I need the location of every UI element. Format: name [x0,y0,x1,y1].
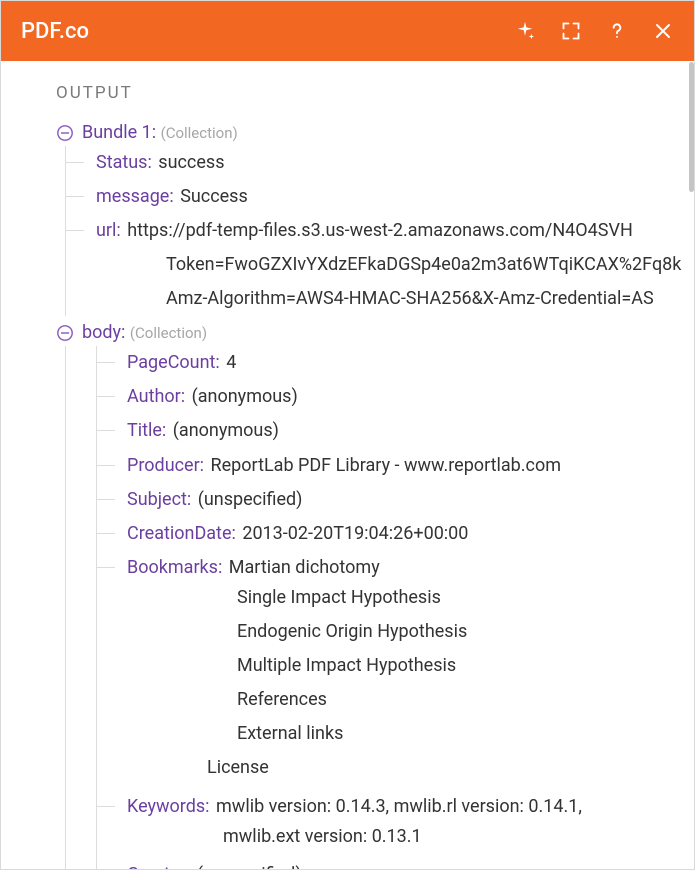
val-url-2: Token=FwoGZXIvYXdzEFkaDGSp4e0a2m3at6WTqi… [96,248,694,282]
collapse-toggle-body[interactable] [56,324,74,342]
val-bookmark-0: Martian dichotomy [229,557,380,578]
row-status: Status: success [96,146,694,180]
val-author: (anonymous) [192,386,298,407]
expand-icon[interactable] [560,20,582,42]
val-keywords-1: mwlib version: 0.14.3, mwlib.rl version:… [216,796,582,817]
val-pagecount: 4 [226,352,236,373]
val-bookmark-3: Multiple Impact Hypothesis [127,649,694,683]
key-message: message: [96,186,174,207]
val-bookmark-5: External links [127,717,694,751]
key-status: Status: [96,152,152,173]
titlebar-actions [514,20,674,42]
key-subject: Subject: [127,489,191,510]
val-bookmark-2: Endogenic Origin Hypothesis [127,615,694,649]
bundle-node: Bundle 1: (Collection) Status: success m… [56,120,694,317]
output-panel: OUTPUT Bundle 1: (Collection) [1,61,694,869]
val-bookmark-license: License [127,751,694,785]
app-title: PDF.co [21,19,514,44]
key-url: url: [96,220,121,241]
collection-tag: (Collection) [161,124,238,142]
row-url: url: https://pdf-temp-files.s3.us-west-2… [96,214,694,248]
val-keywords-2: mwlib.ext version: 0.13.1 [127,820,694,854]
app-window: PDF.co [0,0,695,870]
val-url-3: Amz-Algorithm=AWS4-HMAC-SHA256&X-Amz-Cre… [96,282,694,316]
val-producer: ReportLab PDF Library - www.reportlab.co… [211,455,561,476]
val-subject: (unspecified) [198,489,303,510]
row-author: Author: (anonymous) [127,380,694,414]
row-subject: Subject: (unspecified) [127,483,694,517]
row-keywords: Keywords: mwlib version: 0.14.3, mwlib.r… [127,790,694,858]
sparkle-icon[interactable] [514,20,536,42]
row-producer: Producer: ReportLab PDF Library - www.re… [127,449,694,483]
key-producer: Producer: [127,455,204,476]
row-message: message: Success [96,180,694,214]
tree-root: Bundle 1: (Collection) Status: success m… [56,120,694,869]
val-message: Success [180,186,248,207]
val-title: (anonymous) [173,420,279,441]
key-creator: Creator: [127,864,190,869]
key-bookmarks: Bookmarks: [127,557,222,578]
val-status: success [158,152,224,173]
help-icon[interactable] [606,20,628,42]
collapse-toggle-bundle[interactable] [56,124,74,142]
key-creationdate: CreationDate: [127,523,236,544]
row-pagecount: PageCount: 4 [127,346,694,380]
collection-tag-body: (Collection) [130,324,207,342]
close-icon[interactable] [652,20,674,42]
row-bookmarks: Bookmarks: Martian dichotomy Single Impa… [127,551,694,790]
val-url-1: https://pdf-temp-files.s3.us-west-2.amaz… [127,220,633,241]
key-author: Author: [127,386,185,407]
val-creator: (unspecified) [197,864,302,869]
row-creator: Creator: (unspecified) [127,858,694,869]
titlebar: PDF.co [1,1,694,61]
scrollbar-thumb[interactable] [689,62,694,192]
key-pagecount: PageCount: [127,352,220,373]
row-title: Title: (anonymous) [127,414,694,448]
section-heading: OUTPUT [56,81,694,106]
key-keywords: Keywords: [127,796,210,817]
body-label: body: [82,322,125,343]
val-bookmark-1: Single Impact Hypothesis [127,581,694,615]
bundle-label: Bundle 1: [82,122,156,143]
row-creationdate: CreationDate: 2013-02-20T19:04:26+00:00 [127,517,694,551]
body-node: body: (Collection) PageCount: 4 Author: … [56,320,694,869]
key-title: Title: [127,420,166,441]
val-creationdate: 2013-02-20T19:04:26+00:00 [242,523,468,544]
val-bookmark-4: References [127,683,694,717]
